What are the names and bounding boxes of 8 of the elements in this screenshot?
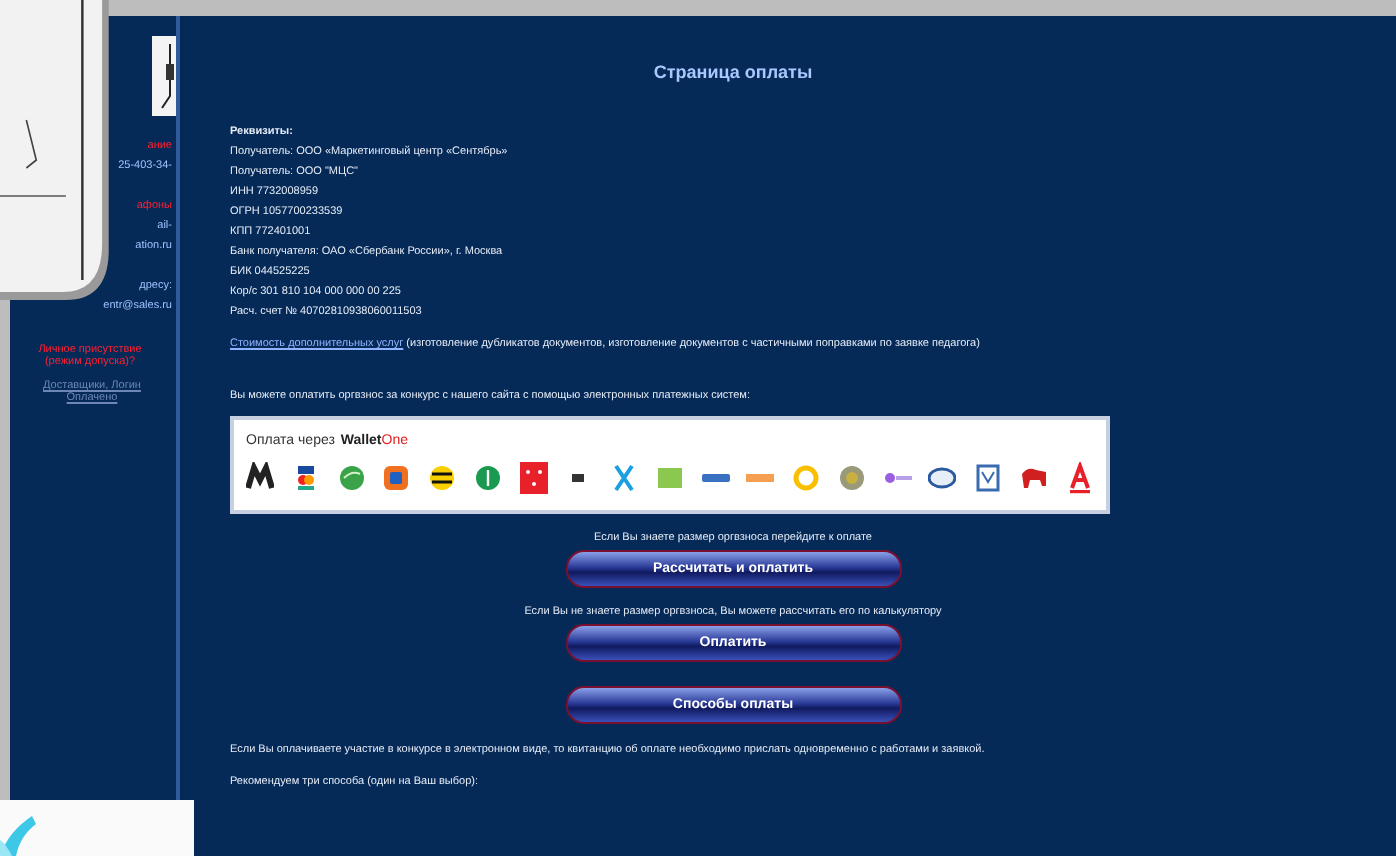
page-title: Страница оплаты (651, 62, 815, 82)
shield-icon[interactable] (974, 462, 1003, 494)
dotted-square-icon[interactable] (519, 462, 548, 494)
striped-ball-icon[interactable] (428, 462, 457, 494)
emblem-icon[interactable] (837, 462, 866, 494)
m-logo-icon[interactable] (246, 462, 274, 494)
antenna-icon[interactable] (610, 462, 639, 494)
letter-a-icon[interactable] (1065, 462, 1094, 494)
